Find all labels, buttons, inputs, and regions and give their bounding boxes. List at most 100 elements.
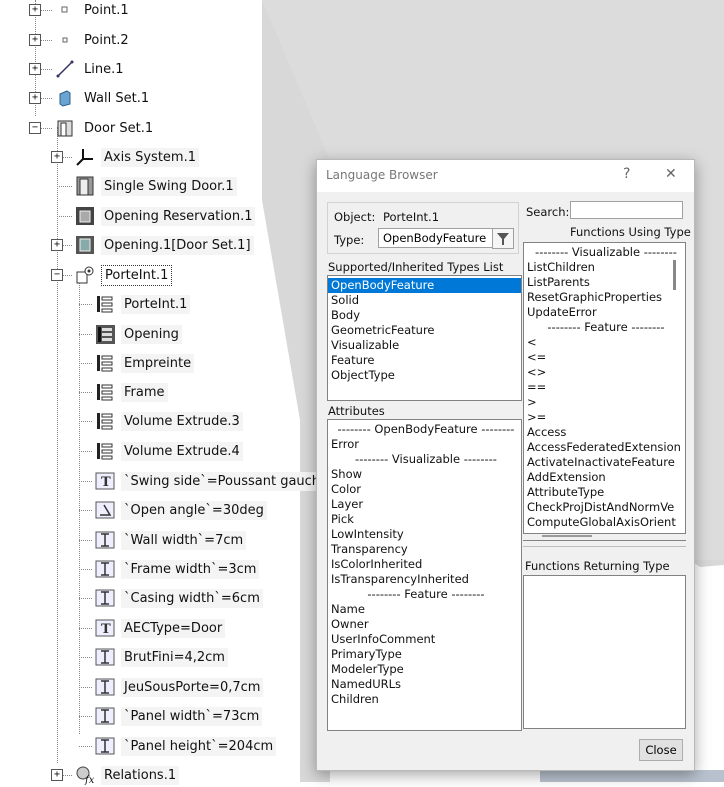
list-item[interactable]: Color <box>328 482 521 497</box>
tree-node-empreinte[interactable]: Empreinte <box>94 351 195 375</box>
expand-icon[interactable]: + <box>29 92 41 104</box>
tree-node-casing-width[interactable]: `Casing width`=6cm <box>94 586 263 610</box>
expand-icon[interactable]: + <box>29 63 41 75</box>
supported-types-list[interactable]: OpenBodyFeature Solid Body GeometricFeature… <box>327 275 522 401</box>
list-item[interactable]: IsTransparencyInherited <box>328 572 521 587</box>
help-button[interactable]: ? <box>623 166 630 182</box>
expand-icon[interactable]: + <box>51 769 63 781</box>
list-item[interactable]: PrimaryType <box>328 647 521 662</box>
list-item[interactable]: ObjectType <box>328 368 521 383</box>
list-item[interactable]: NamedURLs <box>328 677 521 692</box>
tree-node-panel-height[interactable]: `Panel height`=204cm <box>94 734 277 758</box>
tree-node-single-swing-door-1[interactable]: Single Swing Door.1 <box>74 174 237 198</box>
expand-icon[interactable]: + <box>51 151 63 163</box>
list-item[interactable]: AccessFederatedExtension <box>524 440 685 455</box>
type-field[interactable]: OpenBodyFeature <box>378 228 494 248</box>
list-item[interactable]: ResetGraphicProperties <box>524 290 685 305</box>
tree-node-frame-width[interactable]: `Frame width`=3cm <box>94 557 260 581</box>
list-item[interactable]: UserInfoComment <box>328 632 521 647</box>
list-item[interactable]: Owner <box>328 617 521 632</box>
filter-icon[interactable] <box>492 228 514 249</box>
list-item[interactable]: == <box>524 380 685 395</box>
functions-using-hscrollbar[interactable] <box>542 535 592 537</box>
list-item[interactable]: -------- Visualizable -------- <box>524 245 685 260</box>
list-item[interactable]: <> <box>524 365 685 380</box>
list-item[interactable]: UpdateError <box>524 305 685 320</box>
list-item[interactable]: CheckProjDistAndNormVe <box>524 500 685 515</box>
tree-node-volume-extrude-4[interactable]: Volume Extrude.4 <box>94 439 243 463</box>
tree-node-swing-side[interactable]: T `Swing side`=Poussant gauche <box>94 469 332 493</box>
list-item[interactable]: ListParents <box>524 275 685 290</box>
list-item[interactable]: -------- Feature -------- <box>328 587 521 602</box>
tree-node-porteint-sub[interactable]: PorteInt.1 <box>94 292 191 316</box>
list-item[interactable]: ComputeGlobalAxisOrient <box>524 515 685 530</box>
tree-node-frame[interactable]: Frame <box>94 380 168 404</box>
tree-node-point-1[interactable]: Point.1 <box>54 0 132 22</box>
tree-node-porteint-1[interactable]: PorteInt.1 <box>74 263 173 287</box>
functions-using-scrollbar[interactable] <box>673 260 676 290</box>
tree-node-wall-width[interactable]: `Wall width`=7cm <box>94 528 247 552</box>
list-item[interactable]: AttributeType <box>524 485 685 500</box>
tree-node-door-set-1[interactable]: Door Set.1 <box>54 116 156 140</box>
attributes-list[interactable]: -------- OpenBodyFeature -------- Error --… <box>327 419 522 731</box>
expand-icon[interactable]: + <box>29 4 41 16</box>
list-item[interactable]: -------- OpenBodyFeature -------- <box>328 422 521 437</box>
svg-text:T: T <box>101 475 111 490</box>
list-item[interactable]: Error <box>328 437 521 452</box>
functions-using-header: Functions Using Type <box>570 225 691 239</box>
tree-node-line-1[interactable]: Line.1 <box>54 57 127 81</box>
tree-connector <box>79 334 92 335</box>
tree-node-relations-1[interactable]: fx Relations.1 <box>74 763 180 787</box>
list-item[interactable]: Name <box>328 602 521 617</box>
close-icon[interactable]: ✕ <box>665 166 677 182</box>
tree-node-opening[interactable]: Opening <box>94 322 182 346</box>
list-item[interactable]: -------- Feature -------- <box>524 320 685 335</box>
list-item[interactable]: Children <box>328 692 521 707</box>
tree-node-volume-extrude-3[interactable]: Volume Extrude.3 <box>94 409 243 433</box>
tree-node-label: `Swing side`=Poussant gauche <box>121 471 332 491</box>
list-item[interactable]: Layer <box>328 497 521 512</box>
search-input[interactable] <box>570 201 683 219</box>
tree-node-opening-1[interactable]: Opening.1[Door Set.1] <box>74 233 254 257</box>
list-item[interactable]: OpenBodyFeature <box>328 278 521 293</box>
list-item[interactable]: ModelerType <box>328 662 521 677</box>
list-item[interactable]: Body <box>328 308 521 323</box>
list-item[interactable]: < <box>524 335 685 350</box>
list-item[interactable]: <= <box>524 350 685 365</box>
list-item[interactable]: > <box>524 395 685 410</box>
tree-node-panel-width[interactable]: `Panel width`=73cm <box>94 704 263 728</box>
list-item[interactable]: AddExtension <box>524 470 685 485</box>
tree-node-opening-reservation-1[interactable]: Opening Reservation.1 <box>74 204 256 228</box>
list-item[interactable]: IsColorInherited <box>328 557 521 572</box>
tree-node-open-angle[interactable]: `Open angle`=30deg <box>94 498 267 522</box>
expand-icon[interactable]: + <box>29 34 41 46</box>
list-item[interactable]: LowIntensity <box>328 527 521 542</box>
list-item[interactable]: Solid <box>328 293 521 308</box>
list-item[interactable]: GeometricFeature <box>328 323 521 338</box>
list-item[interactable]: Show <box>328 467 521 482</box>
list-item[interactable]: Transparency <box>328 542 521 557</box>
list-item[interactable]: >= <box>524 410 685 425</box>
tree-node-axis-system-1[interactable]: Axis System.1 <box>74 145 199 169</box>
tree-node-wall-set-1[interactable]: Wall Set.1 <box>54 86 152 110</box>
list-item[interactable]: Access <box>524 425 685 440</box>
collapse-icon[interactable]: − <box>51 269 63 281</box>
list-item[interactable]: ActivateInactivateFeature <box>524 455 685 470</box>
supported-types-header: Supported/Inherited Types List <box>328 260 504 274</box>
expand-icon[interactable]: + <box>51 239 63 251</box>
list-item[interactable]: Feature <box>328 353 521 368</box>
list-item[interactable]: -------- Visualizable -------- <box>328 452 521 467</box>
collapse-icon[interactable]: − <box>29 122 41 134</box>
close-button[interactable]: Close <box>639 739 683 761</box>
list-item[interactable]: Visualizable <box>328 338 521 353</box>
tree-node-brutfini[interactable]: BrutFini=4,2cm <box>94 645 228 669</box>
functions-returning-list[interactable] <box>523 575 686 729</box>
list-item[interactable]: Pick <box>328 512 521 527</box>
list-item[interactable]: ListChildren <box>524 260 685 275</box>
functions-using-list[interactable]: -------- Visualizable -------- ListChildr… <box>523 242 686 534</box>
tree-node-point-2[interactable]: Point.2 <box>54 28 132 52</box>
tree-node-aectype[interactable]: T AECType=Door <box>94 616 226 640</box>
tree-node-label: Opening.1[Door Set.1] <box>101 235 254 255</box>
tree-connector <box>79 540 92 541</box>
tree-node-jeussousporte[interactable]: JeuSousPorte=0,7cm <box>94 675 264 699</box>
